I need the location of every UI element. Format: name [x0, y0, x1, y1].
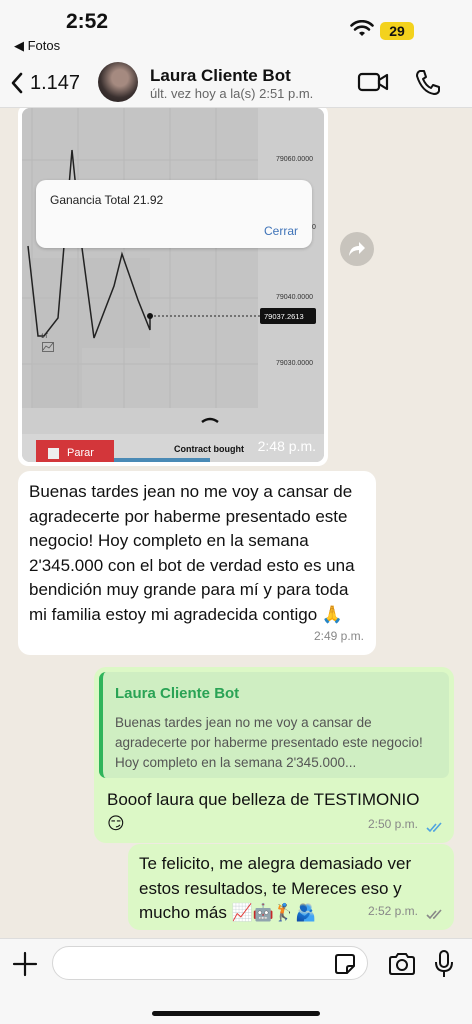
clock: 2:52 [66, 10, 109, 33]
forward-button[interactable] [340, 232, 374, 266]
stop-square-icon [48, 447, 59, 459]
plus-icon[interactable] [12, 951, 38, 977]
message-text: Buenas tardes jean no me voy a cansar de… [29, 482, 355, 624]
composer-bar [0, 938, 472, 1024]
trading-screenshot[interactable]: 79060.0000 0 79040.0000 79037.2613 79030… [22, 108, 324, 462]
dialog-title: Ganancia Total 21.92 [50, 193, 164, 207]
unread-count: 1.147 [30, 71, 81, 94]
axis-label: 79060.0000 [276, 156, 313, 163]
message-time: 2:49 p.m. [313, 628, 364, 643]
delivered-ticks-icon [426, 909, 442, 920]
price-tag: 79037.2613 [264, 312, 304, 321]
stop-label: Parar [67, 447, 94, 459]
axis-label: 0 [312, 224, 316, 231]
microphone-icon[interactable] [434, 949, 454, 979]
back-button[interactable]: 1.147 [10, 66, 80, 100]
contract-status: Contract bought [174, 444, 244, 454]
marker-label: 1T [41, 334, 49, 340]
video-camera-icon[interactable] [357, 70, 389, 94]
marker-icon [42, 342, 54, 352]
message-input[interactable] [52, 946, 368, 980]
camera-icon[interactable] [388, 952, 416, 976]
message-time: 2:48 p.m. [257, 438, 316, 454]
axis-label: 79030.0000 [276, 360, 313, 367]
image-message[interactable]: 79060.0000 0 79040.0000 79037.2613 79030… [18, 108, 328, 466]
back-chevron-icon [11, 72, 23, 94]
phone-icon[interactable] [414, 68, 440, 96]
battery-indicator: 29 [380, 22, 414, 40]
message-time: 2:52 p.m. [367, 903, 418, 918]
last-seen-status: últ. vez hoy a la(s) 2:51 p.m. [150, 86, 314, 101]
contact-name[interactable]: Laura Cliente Bot [150, 66, 291, 86]
chat-header: 1.147 Laura Cliente Bot últ. vez hoy a l… [0, 58, 472, 108]
back-to-app-link[interactable]: ◀ Fotos [14, 38, 60, 54]
contact-avatar[interactable] [98, 62, 138, 102]
chat-area[interactable]: 79060.0000 0 79040.0000 79037.2613 79030… [0, 108, 472, 938]
wifi-icon [350, 20, 374, 36]
axis-label: 79040.0000 [276, 294, 313, 301]
quoted-sender: Laura Cliente Bot [115, 685, 240, 702]
dialog-close-button: Cerrar [263, 224, 298, 238]
incoming-message[interactable]: Buenas tardes jean no me voy a cansar de… [18, 471, 376, 655]
quoted-message[interactable]: Laura Cliente Bot Buenas tardes jean no … [99, 672, 449, 778]
outgoing-message[interactable]: Te felicito, me alegra demasiado ver est… [128, 844, 454, 930]
home-indicator [152, 1011, 320, 1016]
forward-icon [349, 242, 365, 256]
stop-button: Parar [36, 440, 114, 462]
outgoing-reply-message[interactable]: Laura Cliente Bot Buenas tardes jean no … [94, 667, 454, 843]
quoted-text: Buenas tardes jean no me voy a cansar de… [115, 714, 423, 770]
sticker-icon[interactable] [334, 953, 356, 975]
read-ticks-icon [426, 822, 442, 833]
status-bar: 2:52 ◀ Fotos 29 [0, 0, 472, 58]
message-time: 2:50 p.m. [367, 816, 418, 831]
profit-dialog: Ganancia Total 21.92 Cerrar [36, 180, 312, 248]
